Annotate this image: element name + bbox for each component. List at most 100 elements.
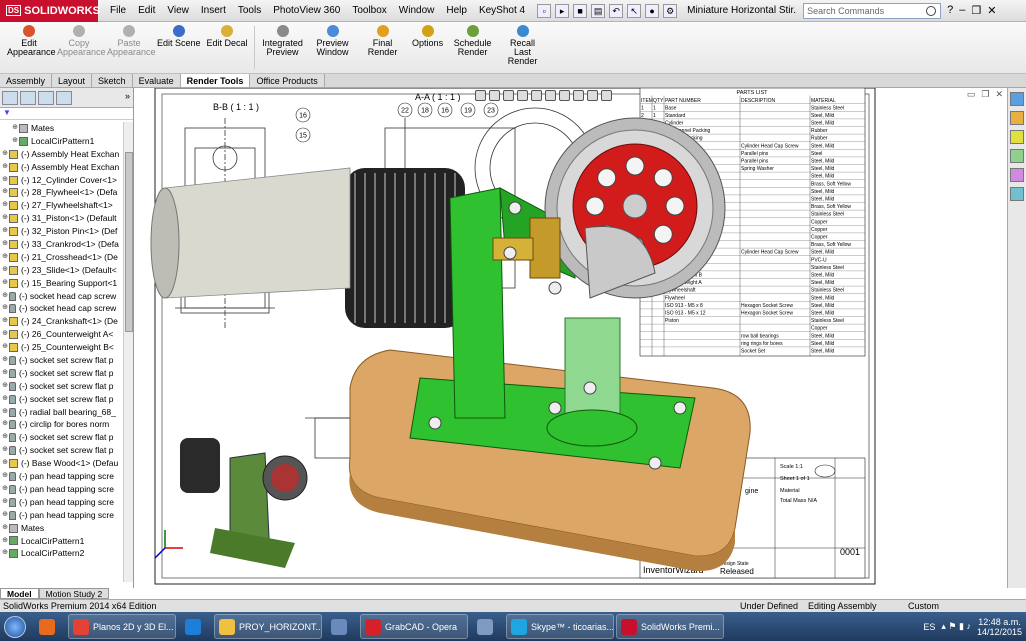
expand-icon[interactable]: ⊕ <box>1 406 9 419</box>
menu-view[interactable]: View <box>161 5 195 16</box>
restore-icon[interactable]: ❐ <box>971 4 981 17</box>
expand-icon[interactable]: ⊕ <box>1 354 9 367</box>
tree-item[interactable]: ⊕ (-) circlip for bores norm <box>0 418 123 431</box>
menu-window[interactable]: Window <box>393 5 441 16</box>
tree-item[interactable]: ⊕ (-) pan head tapping scre <box>0 483 123 496</box>
tab-sketch[interactable]: Sketch <box>92 74 133 87</box>
taskbar-item-skype-ticoarias[interactable]: Skype™ - ticoarias... <box>506 614 614 639</box>
tree-item[interactable]: ⊕ (-) 25_Counterweight B< <box>0 341 123 354</box>
menu-keyshot-4[interactable]: KeyShot 4 <box>473 5 531 16</box>
expand-icon[interactable]: ⊕ <box>1 547 9 560</box>
tree-item[interactable]: ⊕ (-) socket set screw flat p <box>0 444 123 457</box>
status-units[interactable]: Custom <box>908 600 939 612</box>
tree-item[interactable]: ⊕ (-) pan head tapping scre <box>0 496 123 509</box>
bottom-tab-motion-study-2[interactable]: Motion Study 2 <box>38 588 110 599</box>
menu-help[interactable]: Help <box>440 5 473 16</box>
paste-appearance-button[interactable]: Paste Appearance <box>104 22 156 73</box>
expand-icon[interactable]: ⊕ <box>1 393 9 406</box>
preview-window-button[interactable]: Preview Window <box>308 22 358 73</box>
tree-item[interactable]: ⊕ (-) Assembly Heat Exchan <box>0 148 123 161</box>
copy-appearance-button[interactable]: Copy Appearance <box>54 22 106 73</box>
expand-icon[interactable]: ⊕ <box>1 161 9 174</box>
tree-item[interactable]: ⊕ (-) radial ball bearing_68_ <box>0 406 123 419</box>
tree-item[interactable]: ⊕ (-) 15_Bearing Support<1 <box>0 277 123 290</box>
file-explorer-icon[interactable] <box>1010 130 1024 144</box>
feature-tree-tab[interactable] <box>2 90 18 105</box>
section-view-icon[interactable] <box>517 90 528 101</box>
options-button[interactable]: Options <box>408 22 448 73</box>
taskbar-item-planos-2d-y-3d-el[interactable]: Planos 2D y 3D El... <box>68 614 176 639</box>
edit-decal-button[interactable]: Edit Decal <box>204 22 251 73</box>
collapse-icon[interactable]: » <box>125 91 130 105</box>
expand-icon[interactable]: ⊕ <box>1 470 9 483</box>
tree-item[interactable]: ⊕ (-) socket set screw flat p <box>0 367 123 380</box>
tab-render-tools[interactable]: Render Tools <box>180 74 251 87</box>
configuration-tab[interactable] <box>38 90 54 105</box>
tab-office-products[interactable]: Office Products <box>250 74 325 87</box>
model-viewport[interactable]: B-B ( 1 : 1 ) A-A ( 1 : 1 ) 22 18 16 19 … <box>135 88 1007 588</box>
expand-icon[interactable]: ⊕ <box>11 135 19 148</box>
taskbar-pinned-icon[interactable] <box>178 614 212 639</box>
menu-tools[interactable]: Tools <box>232 5 267 16</box>
select-icon[interactable]: ↖ <box>627 3 642 18</box>
edit-appearance-button[interactable]: Edit Appearance <box>4 22 56 73</box>
expand-icon[interactable]: ⊕ <box>1 496 9 509</box>
expand-icon[interactable]: ⊕ <box>1 302 9 315</box>
view-palette-icon[interactable] <box>1010 149 1024 163</box>
tree-item[interactable]: ⊕ (-) pan head tapping scre <box>0 509 123 522</box>
bottom-tab-model[interactable]: Model <box>0 588 39 599</box>
tree-item[interactable]: ⊕ (-) 12_Cylinder Cover<1> <box>0 174 123 187</box>
tree-item[interactable]: ⊕ (-) 23_Slide<1> (Default< <box>0 264 123 277</box>
search-commands-input[interactable]: Search Commands <box>803 2 942 19</box>
edit-appearance-icon[interactable] <box>573 90 584 101</box>
menu-toolbox[interactable]: Toolbox <box>346 5 392 16</box>
tree-item[interactable]: ⊕ (-) 26_Counterweight A< <box>0 328 123 341</box>
tree-item[interactable]: ⊕ LocalCirPattern1 <box>0 135 123 148</box>
tree-item[interactable]: ⊕ (-) Base Wood<1> (Defau <box>0 457 123 470</box>
expand-icon[interactable]: ⊕ <box>1 367 9 380</box>
tree-item[interactable]: ⊕ (-) 33_Crankrod<1> (Defa <box>0 238 123 251</box>
expand-icon[interactable]: ⊕ <box>1 431 9 444</box>
help-icon[interactable]: ? <box>947 4 953 17</box>
expand-icon[interactable]: ⊕ <box>1 199 9 212</box>
expand-icon[interactable]: ⊕ <box>1 315 9 328</box>
expand-icon[interactable]: ⊕ <box>1 212 9 225</box>
tree-item[interactable]: ⊕ (-) 27_Flywheelshaft<1> <box>0 199 123 212</box>
custom-properties-icon[interactable] <box>1010 187 1024 201</box>
print-icon[interactable]: ▤ <box>591 3 606 18</box>
expand-icon[interactable]: ⊕ <box>1 341 9 354</box>
previous-view-icon[interactable] <box>503 90 514 101</box>
resources-icon[interactable] <box>1010 92 1024 106</box>
expand-icon[interactable]: ⊕ <box>1 174 9 187</box>
tree-item[interactable]: ⊕ (-) socket head cap screw <box>0 302 123 315</box>
expand-icon[interactable]: ⊕ <box>1 535 9 548</box>
zoom-area-icon[interactable] <box>489 90 500 101</box>
display-style-icon[interactable] <box>545 90 556 101</box>
tree-item[interactable]: ⊕ (-) socket set screw flat p <box>0 393 123 406</box>
expand-icon[interactable]: ⊕ <box>1 509 9 522</box>
save-icon[interactable]: ■ <box>573 3 588 18</box>
taskbar-pinned-icon[interactable] <box>324 614 358 639</box>
taskbar-pinned-icon[interactable] <box>470 614 504 639</box>
viewport-close-icon[interactable]: ✕ <box>995 89 1003 100</box>
search-icon[interactable] <box>926 5 937 16</box>
menu-file[interactable]: File <box>104 5 132 16</box>
menu-edit[interactable]: Edit <box>132 5 161 16</box>
tree-item[interactable]: ⊕ (-) 24_Crankshaft<1> (De <box>0 315 123 328</box>
viewport-minimize-icon[interactable]: ▭ <box>967 89 976 100</box>
expand-icon[interactable]: ⊕ <box>1 186 9 199</box>
expand-icon[interactable]: ⊕ <box>11 122 19 135</box>
graphics-area[interactable]: B-B ( 1 : 1 ) A-A ( 1 : 1 ) 22 18 16 19 … <box>135 88 1007 588</box>
expand-icon[interactable]: ⊕ <box>1 277 9 290</box>
filter-icon[interactable]: ▼ <box>0 108 133 120</box>
tab-assembly[interactable]: Assembly <box>0 74 53 87</box>
apply-scene-icon[interactable] <box>587 90 598 101</box>
final-render-button[interactable]: Final Render <box>358 22 408 73</box>
expand-icon[interactable]: ⊕ <box>1 264 9 277</box>
options-icon[interactable]: ⚙ <box>663 3 678 18</box>
expand-icon[interactable]: ⊕ <box>1 444 9 457</box>
expand-icon[interactable]: ⊕ <box>1 418 9 431</box>
appearance-tab[interactable] <box>56 90 72 105</box>
tree-item[interactable]: ⊕ (-) socket head cap screw <box>0 290 123 303</box>
scroll-thumb[interactable] <box>125 152 133 332</box>
